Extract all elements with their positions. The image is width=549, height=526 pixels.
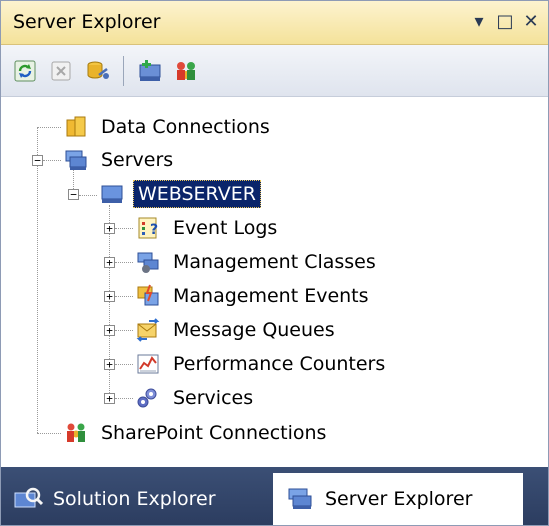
tree-node-label: Message Queues — [173, 319, 335, 341]
event-logs-expander[interactable]: + — [104, 223, 115, 234]
tree-line — [115, 228, 133, 229]
server-explorer-window: Server Explorer ▾ □ ✕ − − + + + + + + Da… — [0, 0, 549, 526]
tree-line — [115, 364, 133, 365]
message-queues-icon — [135, 317, 161, 343]
tree-node-label: Services — [173, 387, 254, 409]
tree-node-label: SharePoint Connections — [101, 422, 327, 444]
tree-node-label: Servers — [101, 149, 174, 171]
data-connections-icon — [63, 114, 89, 140]
dropdown-icon[interactable]: ▾ — [468, 9, 490, 33]
tree-node-label-selected: WEBSERVER — [133, 180, 261, 208]
tree-node-data-connections[interactable]: Data Connections — [63, 110, 274, 144]
servers-icon — [63, 147, 89, 173]
servers-expander[interactable]: − — [32, 155, 43, 166]
message-queues-expander[interactable]: + — [104, 325, 115, 336]
tree-line — [37, 127, 61, 128]
connect-to-server-icon[interactable] — [134, 55, 166, 87]
management-classes-expander[interactable]: + — [104, 257, 115, 268]
tree-line — [37, 127, 38, 433]
stop-refresh-icon[interactable] — [45, 55, 77, 87]
sharepoint-connections-icon — [63, 420, 89, 446]
refresh-icon[interactable] — [9, 55, 41, 87]
server-icon — [99, 181, 125, 207]
webserver-expander[interactable]: − — [68, 189, 79, 200]
title-bar[interactable]: Server Explorer ▾ □ ✕ — [1, 1, 548, 45]
tree-node-sharepoint-connections[interactable]: SharePoint Connections — [63, 416, 330, 450]
tree-node-label: Data Connections — [101, 116, 270, 138]
toolbar — [1, 45, 548, 97]
title-controls: ▾ □ ✕ — [468, 9, 542, 33]
tab-server-explorer[interactable]: Server Explorer — [273, 473, 523, 525]
event-logs-icon: ? — [135, 215, 161, 241]
performance-counters-expander[interactable]: + — [104, 359, 115, 370]
panel-title: Server Explorer — [13, 11, 161, 33]
tree-node-management-events[interactable]: Management Events — [135, 279, 373, 313]
management-events-expander[interactable]: + — [104, 291, 115, 302]
tree-node-servers[interactable]: Servers — [63, 143, 177, 177]
tab-label: Server Explorer — [325, 488, 473, 510]
tree-node-performance-counters[interactable]: Performance Counters — [135, 347, 389, 381]
tree-line — [79, 195, 97, 196]
tree-line — [115, 330, 133, 331]
tree-node-label: Management Classes — [173, 251, 376, 273]
connect-to-database-icon[interactable] — [81, 55, 113, 87]
management-events-icon — [135, 283, 161, 309]
performance-counters-icon — [135, 351, 161, 377]
bottom-tab-bar: Solution Explorer Server Explorer — [1, 467, 548, 525]
svg-text:?: ? — [150, 222, 158, 238]
connect-to-sharepoint-icon[interactable] — [170, 55, 202, 87]
solution-explorer-icon — [13, 485, 43, 513]
tree-node-event-logs[interactable]: ? Event Logs — [135, 211, 281, 245]
tree-node-label: Event Logs — [173, 217, 278, 239]
tree-node-message-queues[interactable]: Message Queues — [135, 313, 339, 347]
tree-line — [115, 296, 133, 297]
management-classes-icon — [135, 249, 161, 275]
services-expander[interactable]: + — [104, 393, 115, 404]
tree-node-label: Management Events — [173, 285, 369, 307]
toolbar-separator — [123, 55, 124, 86]
tree-line — [115, 398, 133, 399]
services-icon — [135, 385, 161, 411]
tree-node-webserver[interactable]: WEBSERVER — [99, 177, 261, 211]
server-explorer-icon — [285, 485, 315, 513]
tree-node-management-classes[interactable]: Management Classes — [135, 245, 380, 279]
tab-solution-explorer[interactable]: Solution Explorer — [1, 473, 271, 525]
tree-node-services[interactable]: Services — [135, 381, 257, 415]
tree-node-label: Performance Counters — [173, 353, 386, 375]
tab-label: Solution Explorer — [53, 488, 216, 510]
tree-line — [115, 262, 133, 263]
tree-line — [37, 433, 61, 434]
tree-line — [43, 160, 61, 161]
close-icon[interactable]: ✕ — [520, 9, 542, 33]
server-tree: − − + + + + + + Data Connections Servers… — [1, 97, 548, 469]
maximize-icon[interactable]: □ — [494, 9, 516, 33]
